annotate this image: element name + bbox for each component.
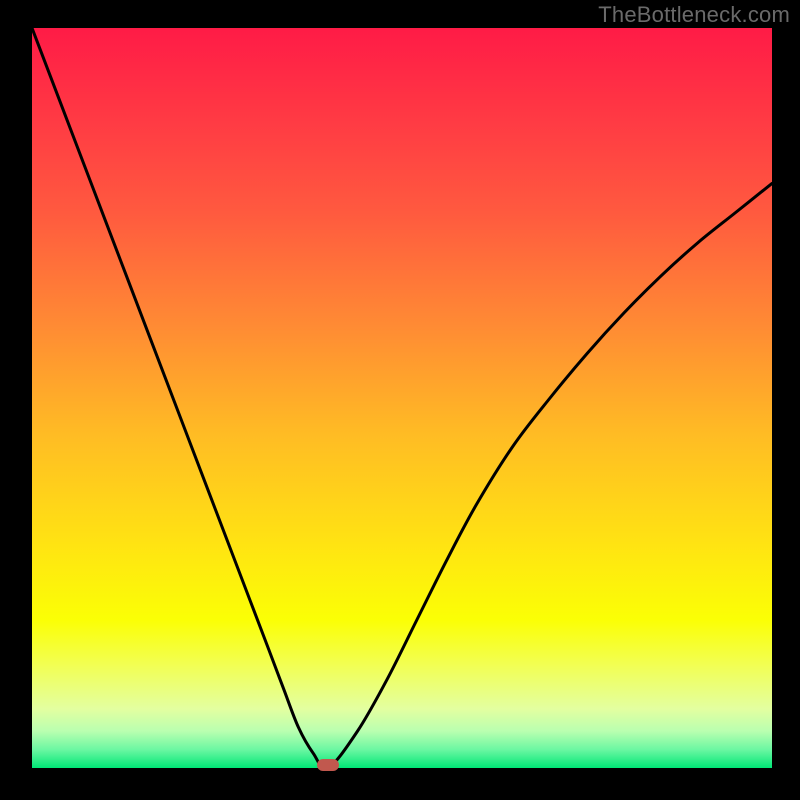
watermark-text: TheBottleneck.com [598,2,790,28]
chart-root: TheBottleneck.com [0,0,800,800]
plot-area [32,28,772,768]
gradient-background [32,28,772,768]
optimum-marker [317,759,339,771]
plot-svg [32,28,772,768]
